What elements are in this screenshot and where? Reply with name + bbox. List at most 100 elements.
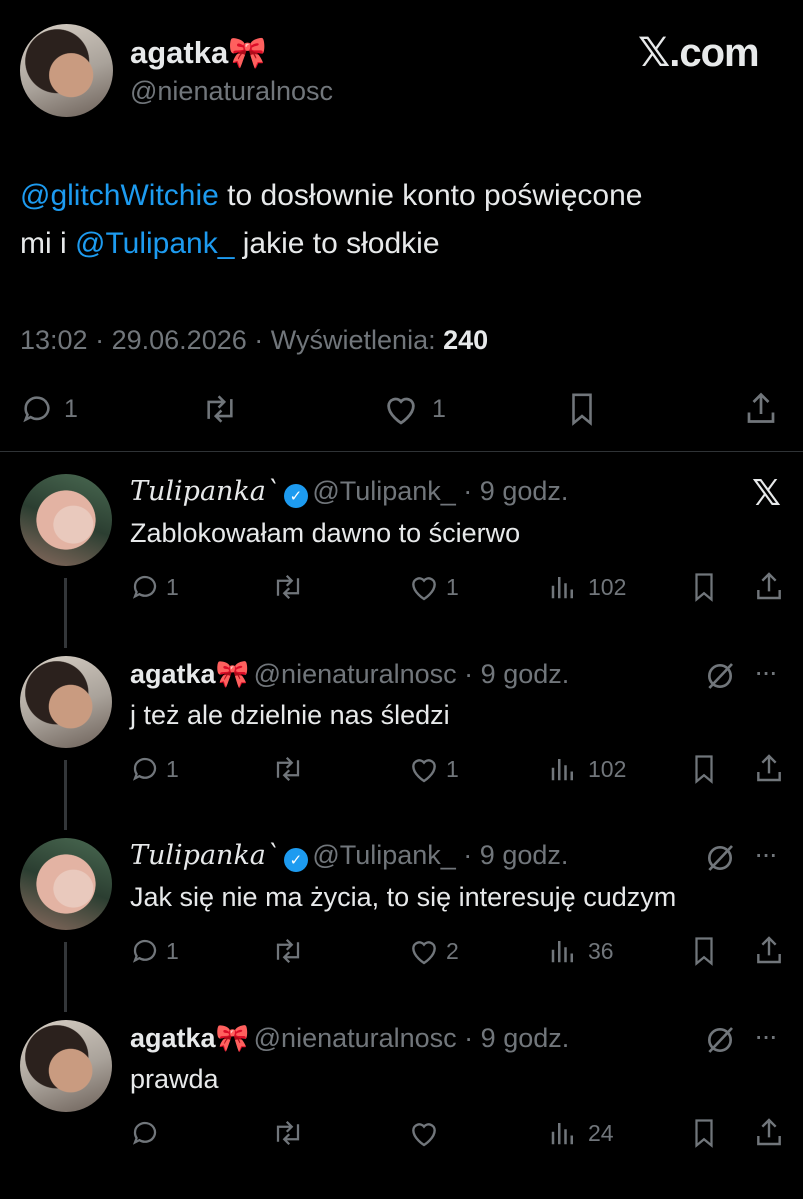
share-button[interactable] [745,390,777,431]
bookmark-button[interactable] [690,754,718,789]
more-button[interactable]: ··· [754,656,778,688]
views-button[interactable]: 36 [548,936,614,966]
verified-badge-icon: ✓ [283,483,308,508]
grok-icon[interactable] [704,1024,736,1061]
like-count: 1 [432,394,446,423]
avatar[interactable] [20,1020,112,1112]
timestamp[interactable]: 9 godz. [480,840,569,870]
bow-emoji-icon: 🎀 [215,1023,250,1053]
bookmark-icon [695,755,713,784]
reply-item[interactable]: agatka🎀 @nienaturalnosc · 9 godz. ··· j … [0,652,803,812]
share-button[interactable] [755,752,783,789]
tweet-time[interactable]: 13:02 [20,325,88,355]
bookmark-button[interactable] [690,572,718,607]
like-button[interactable]: 1 [408,754,459,784]
x-logo-icon: 𝕏 [752,472,782,513]
bookmark-button[interactable] [566,392,598,431]
reply-item[interactable]: agatka🎀 @nienaturalnosc · 9 godz. ··· pr… [0,1016,803,1186]
share-icon [757,572,781,600]
avatar[interactable] [20,656,112,748]
author-handle[interactable]: @nienaturalnosc [130,76,333,107]
like-count: 2 [446,937,459,964]
retweet-button[interactable] [270,1118,306,1153]
reply-text: j też ale dzielnie nas śledzi [130,700,450,730]
bookmark-icon [695,937,713,966]
mention-link[interactable]: @glitchWitchie [20,179,219,212]
share-icon [757,1118,781,1146]
analytics-icon [551,941,573,963]
like-count: 1 [446,573,459,600]
timestamp[interactable]: 9 godz. [481,659,570,689]
avatar[interactable] [20,24,113,117]
like-count: 1 [446,755,459,782]
timestamp[interactable]: 9 godz. [481,1023,570,1053]
handle[interactable]: @Tulipank_ [312,840,455,870]
comment-icon [132,575,157,599]
retweet-icon [276,574,300,600]
reply-text: Zablokowałam dawno to ścierwo [130,518,521,548]
reply-header: Tulipanka` ✓ @Tulipank_ · 9 godz. [130,840,569,872]
retweet-button[interactable] [270,936,306,971]
reply-header: agatka🎀 @nienaturalnosc · 9 godz. [130,659,570,689]
reply-item[interactable]: Tulipanka` ✓ @Tulipank_ · 9 godz. ··· Ja… [0,834,803,994]
heart-icon [412,941,436,965]
like-button[interactable] [408,1118,446,1148]
views-button[interactable]: 102 [548,754,626,784]
retweet-icon [207,395,233,423]
reply-count: 1 [166,755,179,782]
more-button[interactable]: ··· [754,1020,778,1052]
reply-button[interactable]: 1 [20,392,78,426]
views-count: 36 [588,937,614,964]
reply-button[interactable]: 1 [130,754,179,784]
analytics-icon [551,759,573,781]
heart-icon [412,577,436,601]
grok-icon[interactable] [704,660,736,697]
share-button[interactable] [755,1116,783,1153]
handle[interactable]: @Tulipank_ [312,476,455,506]
bow-emoji-icon: 🎀 [228,35,267,70]
bow-emoji-icon: 🎀 [215,659,250,689]
avatar[interactable] [20,474,112,566]
mention-link[interactable]: @Tulipank_ [75,227,234,260]
reply-button[interactable] [130,1118,166,1148]
divider [0,451,803,452]
display-name[interactable]: Tulipanka` [130,476,279,507]
more-button[interactable]: ··· [754,838,778,870]
like-button[interactable]: 2 [408,936,459,966]
reply-item[interactable]: Tulipanka` ✓ @Tulipank_ · 9 godz. 𝕏 Zabl… [0,470,803,630]
retweet-button[interactable] [270,572,306,607]
timestamp[interactable]: 9 godz. [480,476,569,506]
retweet-icon [276,1120,300,1146]
reply-count: 1 [166,573,179,600]
bookmark-button[interactable] [690,1118,718,1153]
reply-header: Tulipanka` ✓ @Tulipank_ · 9 godz. [130,476,569,508]
verified-badge-icon: ✓ [283,847,308,872]
x-logo: 𝕏.com [638,31,760,75]
author-name[interactable]: agatka🎀 [130,34,267,71]
display-name[interactable]: Tulipanka` [130,840,279,871]
views-label: Wyświetlenia: [270,325,436,355]
handle[interactable]: @nienaturalnosc [254,659,457,689]
display-name[interactable]: agatka [130,659,216,689]
like-button[interactable]: 1 [408,572,459,602]
like-button[interactable]: 1 [382,392,446,426]
comment-icon [132,1121,157,1145]
views-count: 102 [588,573,627,600]
reply-button[interactable]: 1 [130,572,179,602]
heart-icon [412,759,436,783]
bookmark-icon [572,393,592,426]
views-button[interactable]: 102 [548,572,626,602]
handle[interactable]: @nienaturalnosc [254,1023,457,1053]
share-button[interactable] [755,570,783,607]
grok-icon[interactable] [704,842,736,879]
retweet-button[interactable] [270,754,306,789]
display-name[interactable]: agatka [130,1023,216,1053]
retweet-button[interactable] [200,392,240,431]
bookmark-button[interactable] [690,936,718,971]
comment-icon [132,939,157,963]
avatar[interactable] [20,838,112,930]
share-button[interactable] [755,934,783,971]
views-button[interactable]: 24 [548,1118,614,1148]
tweet-date[interactable]: 29.06.2026 [112,325,247,355]
reply-button[interactable]: 1 [130,936,179,966]
